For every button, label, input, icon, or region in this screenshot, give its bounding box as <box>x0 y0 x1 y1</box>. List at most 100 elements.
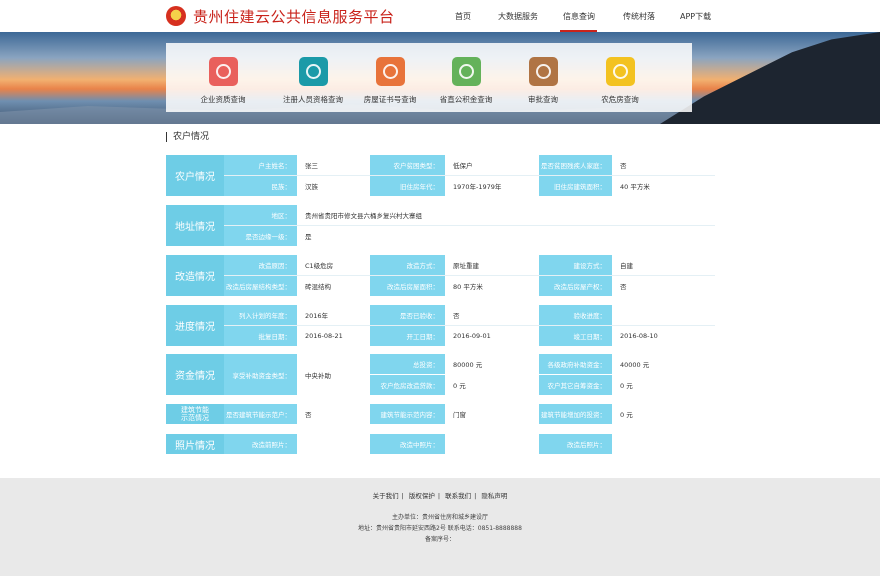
table-row: 改造后房屋结构类型： 砖混结构 改造后房屋面积： 80 平方米 改造后房屋产权：… <box>224 276 715 296</box>
menu-dangerous-house[interactable]: 农危房查询 <box>576 43 664 112</box>
banner-mountain <box>660 32 880 124</box>
field-label: 总投资： <box>370 354 445 374</box>
field-value <box>612 305 715 325</box>
field-value: 0 元 <box>612 404 715 424</box>
field-label: 是否边缘一级： <box>224 226 297 246</box>
field-label: 是否贫困残疾人家庭： <box>539 155 612 175</box>
group-label: 农户情况 <box>166 155 224 196</box>
table-row: 改造原因： C1级危房 改造方式： 原址重建 建设方式： 自建 <box>224 255 715 275</box>
before-photo-slot[interactable] <box>297 434 370 454</box>
enterprise-qualification-icon <box>209 57 238 86</box>
field-label: 改造中照片： <box>370 434 445 454</box>
field-label: 农户其它自筹资金： <box>539 375 612 395</box>
field-value: 2016-08-10 <box>612 326 715 346</box>
field-label: 改造后照片： <box>539 434 612 454</box>
funds-info-group: 资金情况 享受补助资金类型： 中央补助 总投资： 80000 元 各级政府补助资… <box>166 354 715 395</box>
field-value: 贵州省贵阳市修文县六桶乡复兴村大寨组 <box>297 205 715 225</box>
field-value: 80000 元 <box>445 354 539 374</box>
field-label: 享受补助资金类型： <box>224 354 297 395</box>
group-label: 建筑节能 示范情况 <box>166 404 224 424</box>
table-row: 地区： 贵州省贵阳市修文县六桶乡复兴村大寨组 <box>224 205 715 225</box>
menu-label: 注册人员资格查询 <box>283 95 343 104</box>
site-title[interactable]: 贵州住建云公共信息服务平台 <box>193 6 395 27</box>
menu-approval[interactable]: 审批查询 <box>499 43 587 112</box>
footer-address: 地址：贵州省贵阳市延安西路2号 联系电话：0851-8888888 <box>358 525 522 532</box>
field-value: 汉族 <box>297 176 370 196</box>
nav-traditional-village[interactable]: 传统村落 <box>623 11 655 22</box>
table-row: 享受补助资金类型： 中央补助 总投资： 80000 元 各级政府补助资金： 40… <box>224 354 715 395</box>
nav-info-query[interactable]: 信息查询 <box>563 11 595 22</box>
certificate-icon <box>376 57 405 86</box>
group-label: 地址情况 <box>166 205 224 246</box>
field-value: 砖混结构 <box>297 276 370 296</box>
menu-label: 房屋证书号查询 <box>363 95 417 104</box>
menu-label: 省直公积金查询 <box>439 95 493 104</box>
id-card-icon <box>299 57 328 86</box>
footer-links: 关于我们 | 版权保护 | 联系我们 | 隐私声明 <box>0 490 880 500</box>
national-emblem-icon <box>166 6 186 26</box>
field-value: 是 <box>297 226 715 246</box>
nav-home[interactable]: 首页 <box>455 11 471 22</box>
field-value: 1970年-1979年 <box>445 176 539 196</box>
field-label: 验收进度： <box>539 305 612 325</box>
field-label: 户主姓名： <box>224 155 297 175</box>
nav-big-data-service[interactable]: 大数据服务 <box>498 11 538 22</box>
field-value: 张三 <box>297 155 370 175</box>
table-row: 是否边缘一级： 是 <box>224 226 715 246</box>
field-value: 2016-08-21 <box>297 326 370 346</box>
field-value: 0 元 <box>612 375 715 395</box>
energy-saving-group: 建筑节能 示范情况 是否建筑节能示范户： 否 建筑节能示范内容： 门窗 建筑节能… <box>166 404 715 424</box>
field-label: 改造原因： <box>224 255 297 275</box>
group-label: 照片情况 <box>166 434 224 454</box>
field-value: 2016年 <box>297 305 370 325</box>
field-value: 80 平方米 <box>445 276 539 296</box>
field-value: 门窗 <box>445 404 539 424</box>
menu-provident-fund[interactable]: 省直公积金查询 <box>422 43 510 112</box>
menu-house-certificate[interactable]: 房屋证书号查询 <box>346 43 434 112</box>
footer-link-contact[interactable]: 联系我们 <box>442 492 474 500</box>
page-title: 农户情况 <box>166 132 209 142</box>
footer-sponsor: 主办单位：贵州省住房和城乡建设厅 <box>391 514 488 521</box>
table-row: 是否建筑节能示范户： 否 建筑节能示范内容： 门窗 建筑节能增加的投资： 0 元 <box>224 404 715 424</box>
field-value: 中央补助 <box>297 354 370 395</box>
field-value: 40000 元 <box>612 354 715 374</box>
field-label: 旧住房建筑面积： <box>539 176 612 196</box>
table-row: 批复日期： 2016-08-21 开工日期： 2016-09-01 竣工日期： … <box>224 326 715 346</box>
during-photo-slot[interactable] <box>445 434 539 454</box>
rebuild-info-group: 改造情况 改造原因： C1级危房 改造方式： 原址重建 建设方式： 自建 改造后… <box>166 255 715 296</box>
menu-label: 农危房查询 <box>601 95 639 104</box>
table-row: 列入计划的年度： 2016年 是否已验收： 否 验收进度： <box>224 305 715 325</box>
query-menu-panel: 企业资质查询 注册人员资格查询 房屋证书号查询 省直公积金查询 审批查询 农危房… <box>166 43 692 112</box>
progress-info-group: 进度情况 列入计划的年度： 2016年 是否已验收： 否 验收进度： 批复日期：… <box>166 305 715 346</box>
field-label: 旧住房年代： <box>370 176 445 196</box>
field-label: 开工日期： <box>370 326 445 346</box>
menu-registered-personnel[interactable]: 注册人员资格查询 <box>269 43 357 112</box>
menu-enterprise-qualification[interactable]: 企业资质查询 <box>179 43 267 112</box>
after-photo-slot[interactable] <box>612 434 715 454</box>
field-label: 建筑节能增加的投资： <box>539 404 612 424</box>
field-value: 低保户 <box>445 155 539 175</box>
group-label: 改造情况 <box>166 255 224 296</box>
field-label: 民族： <box>224 176 297 196</box>
farmer-info-group: 农户情况 户主姓名： 张三 农户贫困类型： 低保户 是否贫困残疾人家庭： 否 民… <box>166 155 715 196</box>
menu-label: 企业资质查询 <box>200 95 246 104</box>
field-label: 农户贫困类型： <box>370 155 445 175</box>
footer-link-about[interactable]: 关于我们 <box>370 492 402 500</box>
top-header: 贵州住建云公共信息服务平台 首页 大数据服务 信息查询 传统村落 APP下载 <box>0 0 880 32</box>
field-label: 农户危房改造贷款： <box>370 375 445 395</box>
house-icon <box>606 57 635 86</box>
page-footer: 关于我们 | 版权保护 | 联系我们 | 隐私声明 主办单位：贵州省住房和城乡建设厅 … <box>0 478 880 576</box>
nav-app-download[interactable]: APP下载 <box>680 11 711 22</box>
group-label: 进度情况 <box>166 305 224 346</box>
address-info-group: 地址情况 地区： 贵州省贵阳市修文县六桶乡复兴村大寨组 是否边缘一级： 是 <box>166 205 715 246</box>
table-row: 户主姓名： 张三 农户贫困类型： 低保户 是否贫困残疾人家庭： 否 <box>224 155 715 175</box>
footer-link-privacy[interactable]: 隐私声明 <box>478 492 510 500</box>
footer-link-copyright[interactable]: 版权保护 <box>406 492 438 500</box>
group-label: 资金情况 <box>166 354 224 395</box>
footer-icp: 备案序号： <box>424 536 455 543</box>
table-row: 改造前照片： 改造中照片： 改造后照片： <box>224 434 715 454</box>
field-label: 是否已验收： <box>370 305 445 325</box>
field-value: 2016-09-01 <box>445 326 539 346</box>
field-value: 否 <box>612 155 715 175</box>
field-label: 改造后房屋产权： <box>539 276 612 296</box>
